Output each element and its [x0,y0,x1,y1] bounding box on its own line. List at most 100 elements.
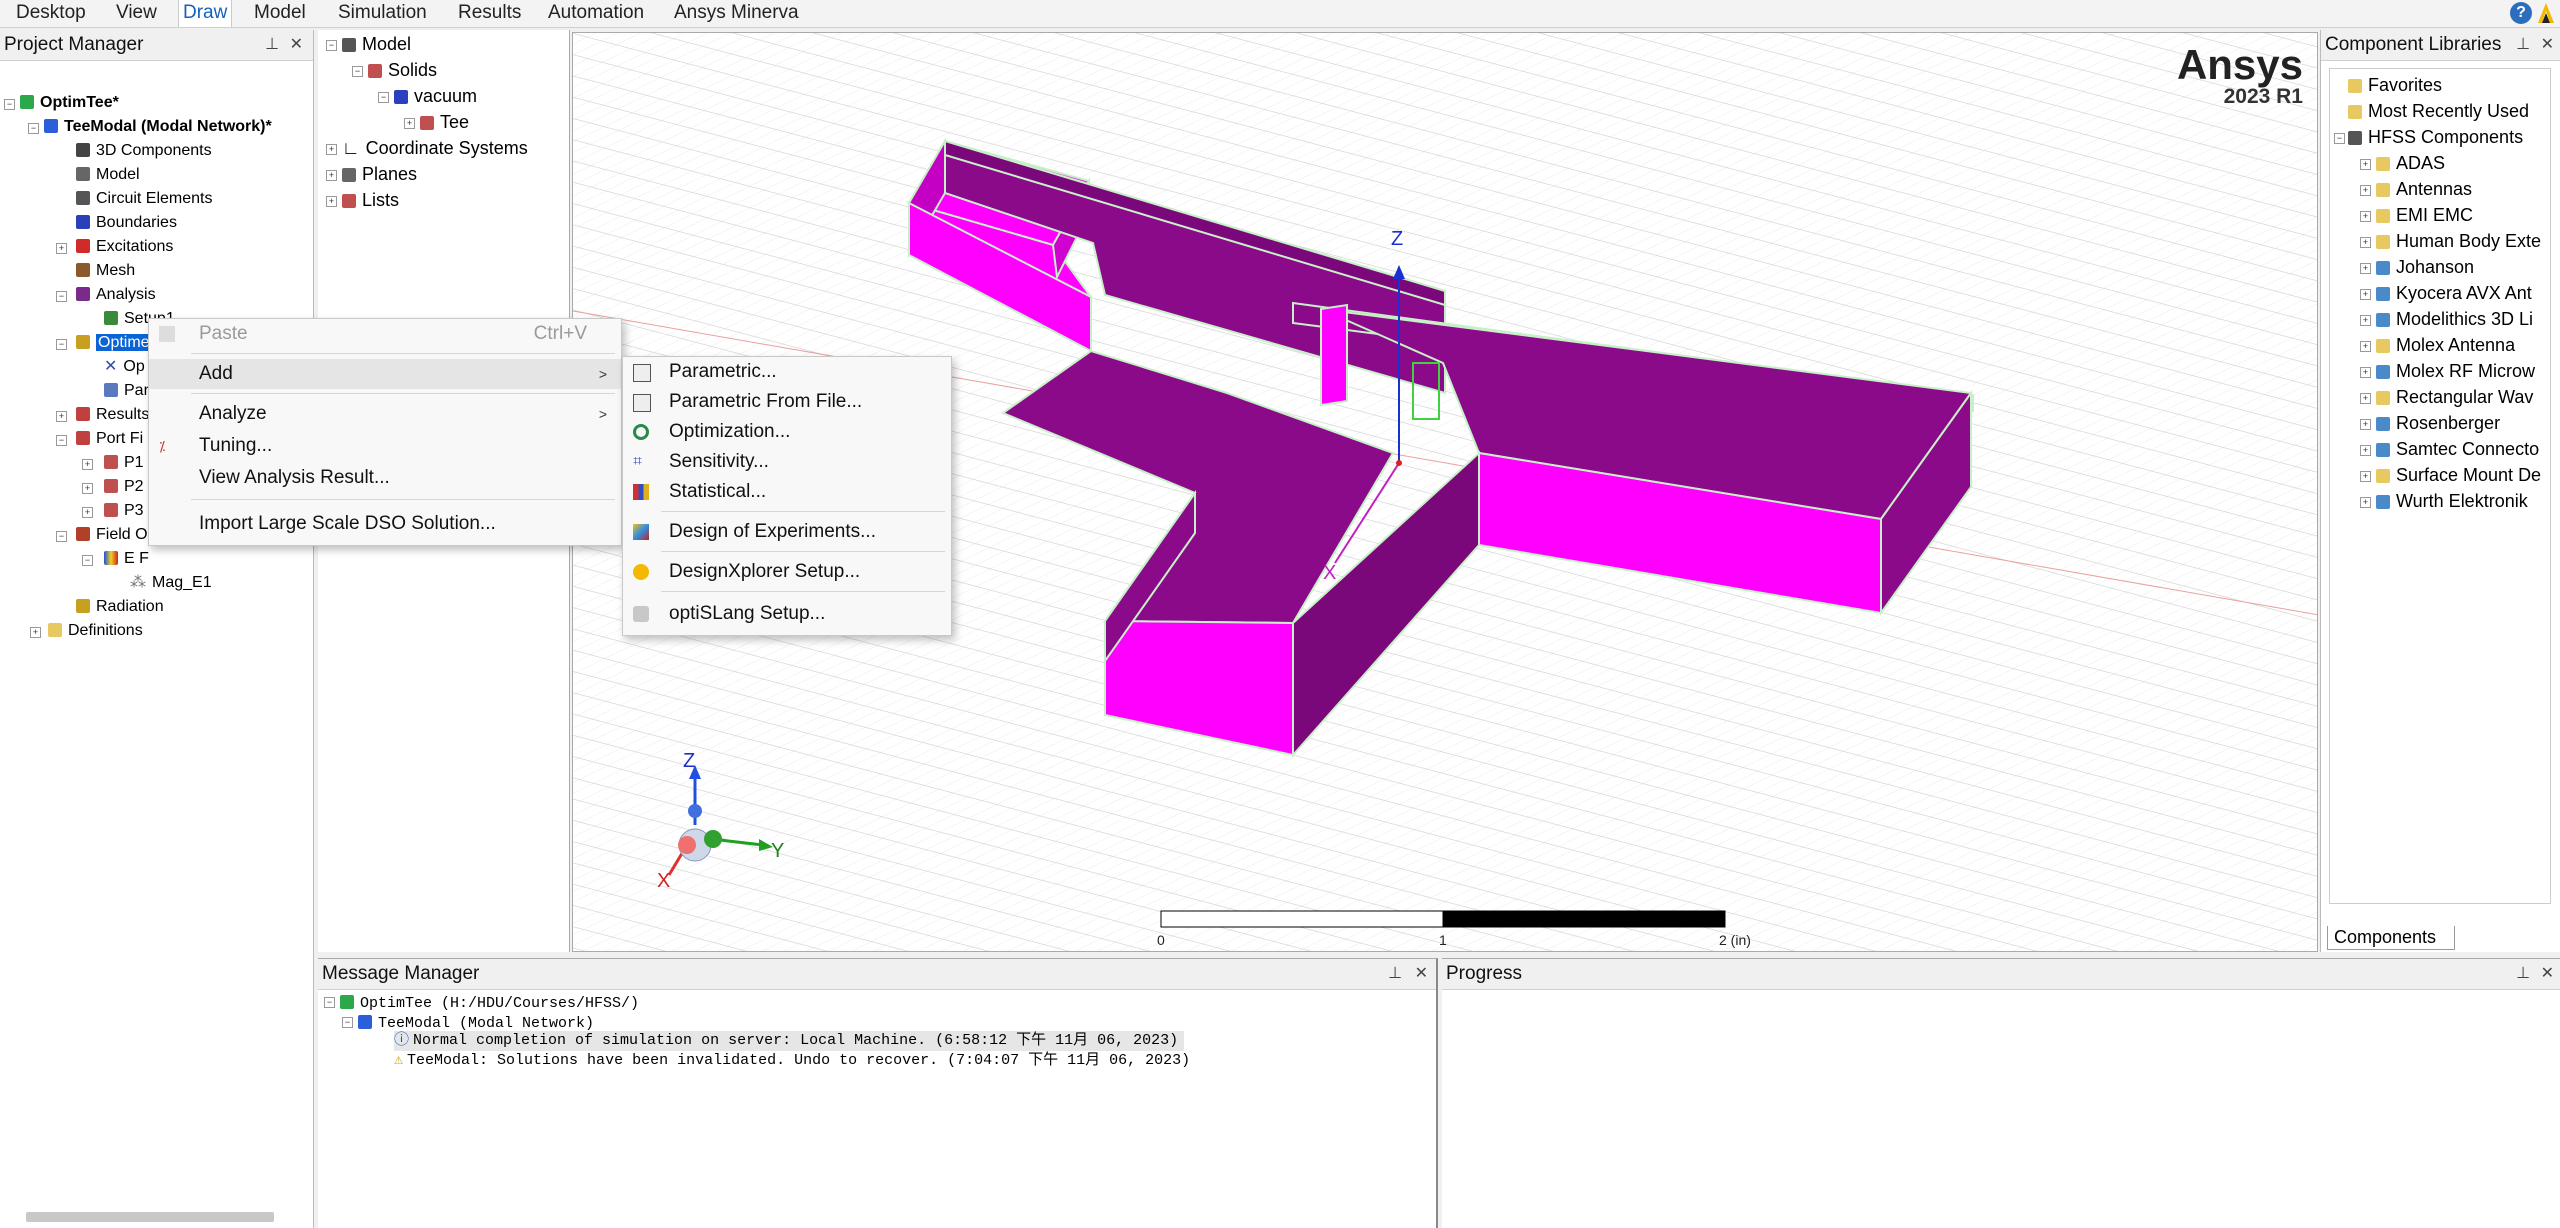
horizontal-scrollbar[interactable] [26,1212,274,1222]
tree-item-analysis[interactable]: Analysis [76,283,156,307]
progress-panel: Progress ⊥ ✕ [1442,958,2560,1228]
menu-designxplorer-setup[interactable]: DesignXplorer Setup... [623,557,951,587]
port-icon [104,479,118,493]
circuit-icon [76,191,90,205]
menu-analyze[interactable]: Analyze > [149,399,621,429]
close-icon[interactable]: ✕ [290,30,303,60]
tree-item-field-overlays[interactable]: Field O [76,523,148,547]
paste-shortcut: Ctrl+V [533,323,587,344]
library-adas[interactable]: ADAS [2376,151,2445,175]
menu-optislang-setup[interactable]: optiSLang Setup... [623,599,951,629]
folder-icon [2376,469,2390,483]
tab-simulation[interactable]: Simulation [334,0,431,27]
tab-desktop[interactable]: Desktop [12,0,90,27]
tree-item-planes[interactable]: Planes [342,162,417,186]
tree-item-p1[interactable]: P1 [104,451,144,475]
tab-model[interactable]: Model [250,0,310,27]
close-icon[interactable]: ✕ [2541,959,2554,989]
tree-item-coordinate-systems[interactable]: ∟ Coordinate Systems [342,136,528,160]
tree-item-p3[interactable]: P3 [104,499,144,523]
library-icon [2348,131,2362,145]
pin-icon[interactable]: ⊥ [2516,30,2530,60]
menu-paste[interactable]: Paste Ctrl+V [149,319,621,349]
tab-components[interactable]: Components [2327,926,2455,950]
close-icon[interactable]: ✕ [1415,959,1428,989]
tree-item-mag-e1[interactable]: ⁂ Mag_E1 [130,571,212,595]
favorites-icon [2348,79,2362,93]
close-icon[interactable]: ✕ [2541,30,2554,60]
menu-parametric[interactable]: Parametric... [623,357,951,387]
tree-item-vacuum[interactable]: vacuum [394,84,477,108]
pin-icon[interactable]: ⊥ [265,30,279,60]
tree-item-design[interactable]: TeeModal (Modal Network)* [44,115,272,139]
library-samtec[interactable]: Samtec Connecto [2376,437,2539,461]
tab-ansys-minerva[interactable]: Ansys Minerva [670,0,803,27]
tree-item-results[interactable]: Results [76,403,149,427]
library-surface-mount[interactable]: Surface Mount De [2376,463,2541,487]
ansys-logo-icon [2538,3,2554,23]
menu-sensitivity[interactable]: ⌗ Sensitivity... [623,447,951,477]
library-favorites[interactable]: Favorites [2348,73,2442,97]
tree-item-port-field[interactable]: Port Fi [76,427,143,451]
tree-item-circuit-elements[interactable]: Circuit Elements [76,187,212,211]
library-johanson[interactable]: Johanson [2376,255,2474,279]
pin-icon[interactable]: ⊥ [2516,959,2530,989]
library-antennas[interactable]: Antennas [2376,177,2472,201]
message-project-line[interactable]: OptimTee (H:/HDU/Courses/HFSS/) [340,991,639,1012]
message-warning[interactable]: ⚠ TeeModal: Solutions have been invalidat… [394,1051,1190,1071]
folder-icon [2376,235,2390,249]
menu-design-of-experiments[interactable]: Design of Experiments... [623,517,951,547]
library-molex-rf[interactable]: Molex RF Microw [2376,359,2535,383]
tree-item-definitions[interactable]: Definitions [48,619,143,643]
tab-automation[interactable]: Automation [544,0,648,27]
tree-item-op[interactable]: ✕ Op [104,355,145,379]
menu-view-analysis-result[interactable]: View Analysis Result... [149,463,621,493]
panel-title: Project Manager [4,34,144,55]
menu-import-dso[interactable]: Import Large Scale DSO Solution... [149,509,621,539]
local-x-label: X [1323,562,1336,584]
tree-item-model[interactable]: Model [76,163,140,187]
tree-item-e-field[interactable]: E F [104,547,149,571]
paste-icon [159,326,175,342]
tree-item-lists[interactable]: Lists [342,188,399,212]
tree-item-mesh[interactable]: Mesh [76,259,135,283]
tree-item-boundaries[interactable]: Boundaries [76,211,177,235]
tree-item-3d-components[interactable]: 3D Components [76,139,212,163]
panel-title: Component Libraries [2325,34,2502,55]
analysis-icon [76,287,90,301]
tab-results[interactable]: Results [454,0,525,27]
ansys-brand: Ansys [2176,41,2303,88]
message-info[interactable]: ⓘ Normal completion of simulation on serv… [394,1031,1185,1051]
menu-tuning[interactable]: ⁒ Tuning... [149,431,621,461]
library-human-body[interactable]: Human Body Exte [2376,229,2541,253]
library-rectangular-waveguide[interactable]: Rectangular Wav [2376,385,2533,409]
library-molex-antenna[interactable]: Molex Antenna [2376,333,2515,357]
menu-parametric-from-file[interactable]: Parametric From File... [623,387,951,417]
tree-item-model-root[interactable]: Model [342,32,411,56]
vendor-icon [2376,495,2390,509]
tree-item-tee[interactable]: Tee [420,110,469,134]
component-libraries-panel: Component Libraries ⊥ ✕ Favorites Most R… [2320,30,2560,952]
help-icon[interactable]: ? [2510,2,2532,24]
pin-icon[interactable]: ⊥ [1388,959,1402,989]
library-most-recently-used[interactable]: Most Recently Used [2348,99,2529,123]
tree-item-p2[interactable]: P2 [104,475,144,499]
menu-add[interactable]: Add > [149,359,621,389]
project-tree: − OptimTee* − TeeModal (Modal Network)* … [0,61,313,1211]
library-modelithics[interactable]: Modelithics 3D Li [2376,307,2533,331]
tree-item-solids[interactable]: Solids [368,58,437,82]
library-hfss-components[interactable]: HFSS Components [2348,125,2523,149]
tab-draw[interactable]: Draw [178,0,233,27]
tree-item-radiation[interactable]: Radiation [76,595,164,619]
menu-optimization[interactable]: Optimization... [623,417,951,447]
tree-item-excitations[interactable]: Excitations [76,235,173,259]
message-design-line[interactable]: TeeModal (Modal Network) [358,1011,594,1032]
tree-item-project[interactable]: OptimTee* [20,91,119,115]
tree-item-par[interactable]: Par [104,379,149,403]
library-wurth[interactable]: Wurth Elektronik [2376,489,2528,513]
tab-view[interactable]: View [112,0,161,27]
library-emi-emc[interactable]: EMI EMC [2376,203,2473,227]
menu-statistical[interactable]: Statistical... [623,477,951,507]
library-rosenberger[interactable]: Rosenberger [2376,411,2500,435]
library-kyocera[interactable]: Kyocera AVX Ant [2376,281,2532,305]
